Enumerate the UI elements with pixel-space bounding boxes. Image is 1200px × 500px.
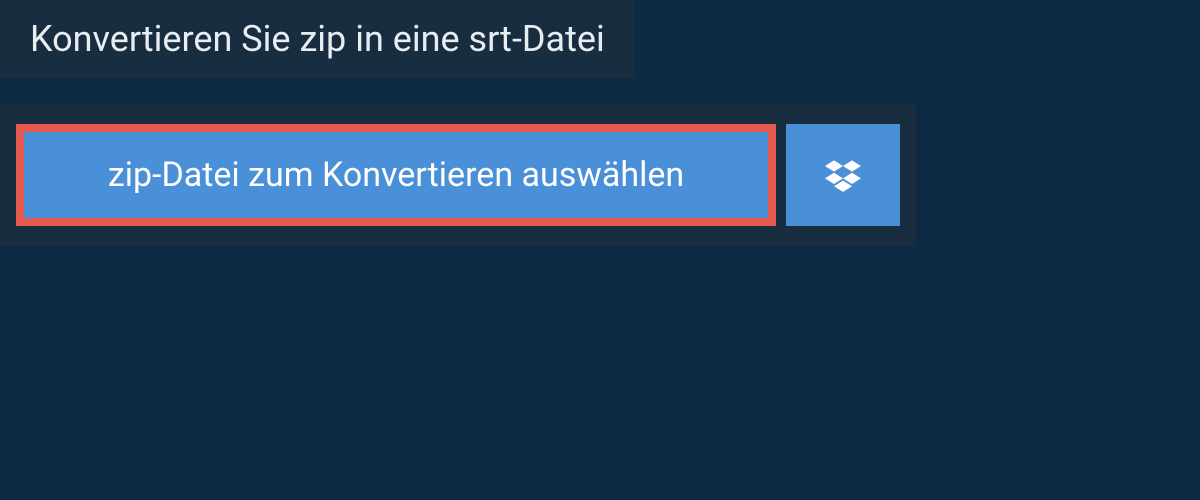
dropbox-icon bbox=[825, 157, 861, 193]
header-bar: Konvertieren Sie zip in eine srt-Datei bbox=[0, 0, 635, 78]
upload-panel: zip-Datei zum Konvertieren auswählen bbox=[0, 104, 916, 246]
select-file-button[interactable]: zip-Datei zum Konvertieren auswählen bbox=[16, 124, 776, 226]
page-title: Konvertieren Sie zip in eine srt-Datei bbox=[30, 18, 605, 60]
dropbox-button[interactable] bbox=[786, 124, 900, 226]
select-file-label: zip-Datei zum Konvertieren auswählen bbox=[108, 155, 684, 195]
